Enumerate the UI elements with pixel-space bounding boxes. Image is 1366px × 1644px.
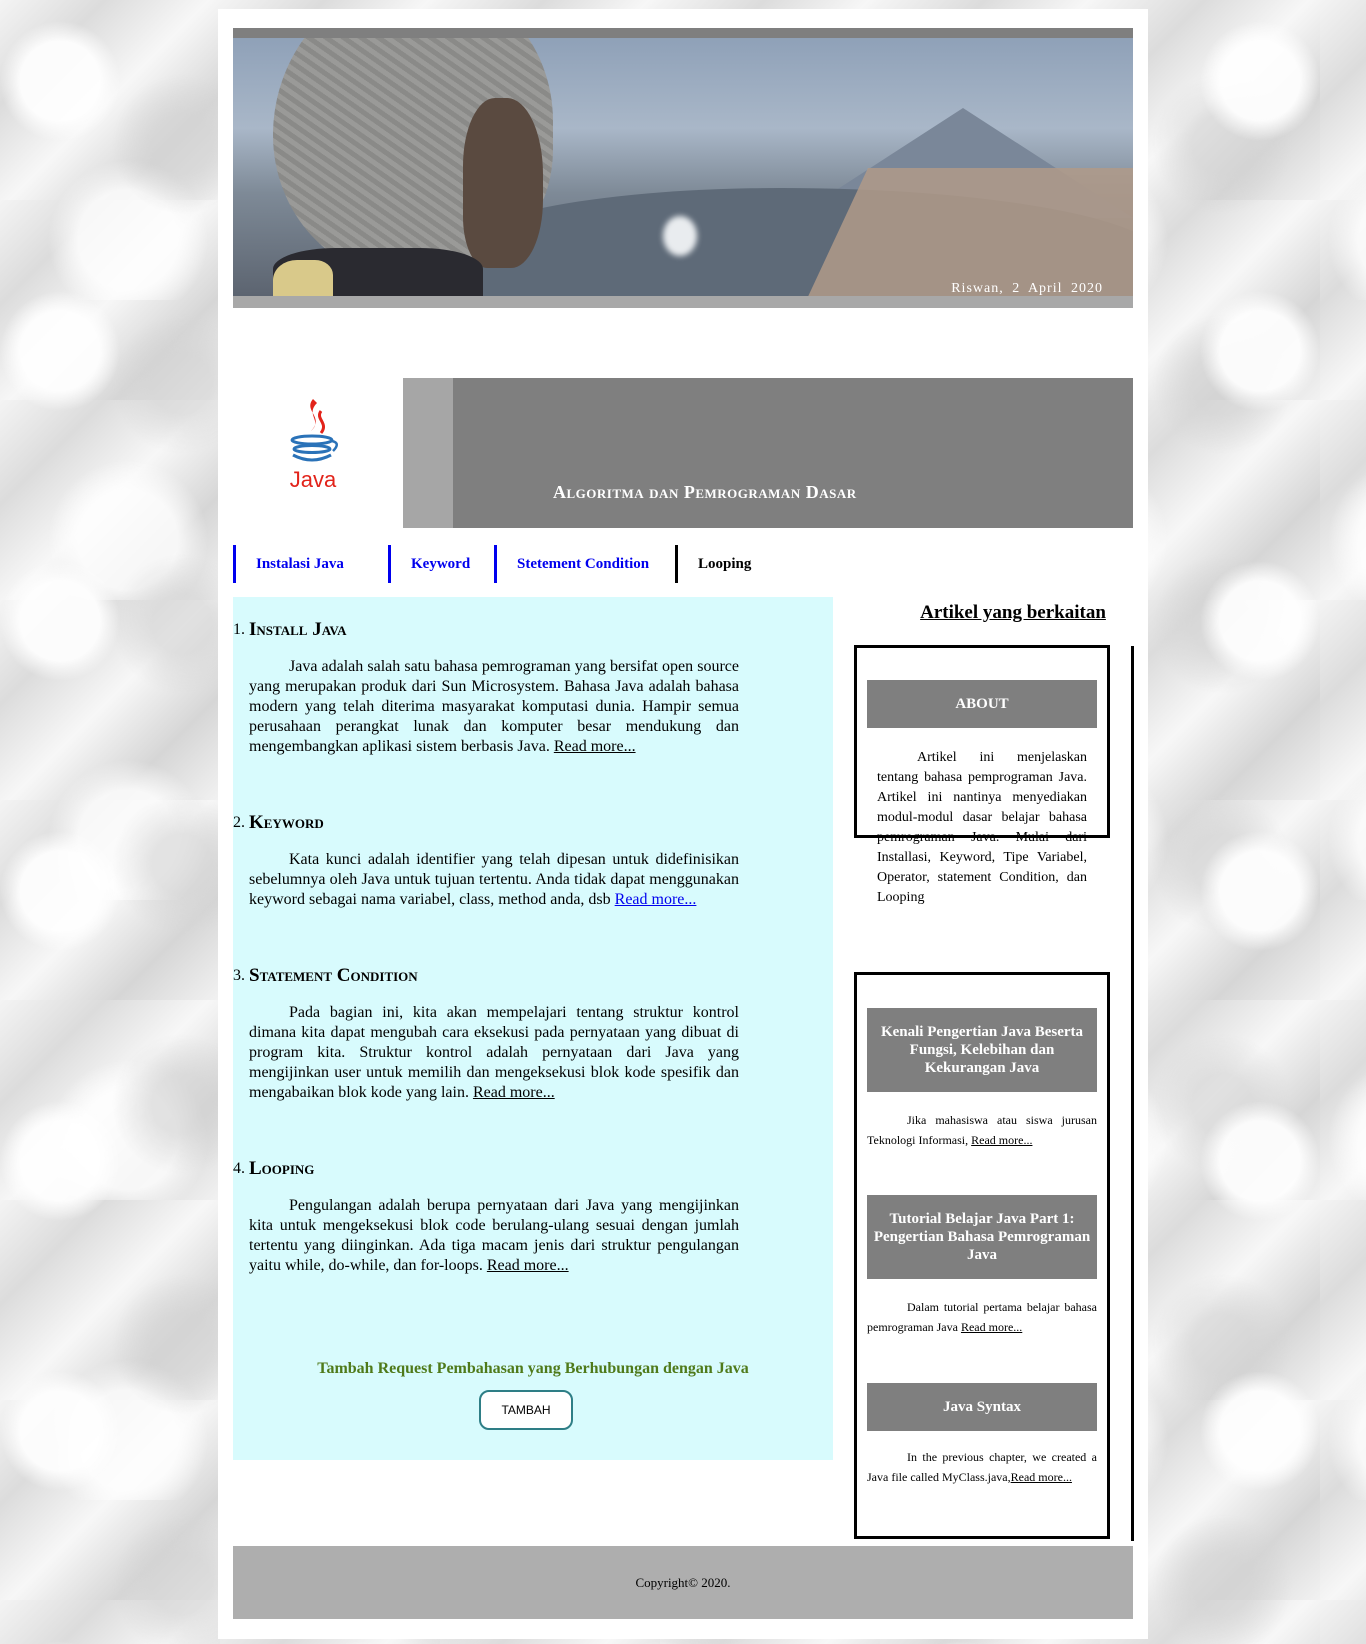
java-logo: Java <box>233 379 393 529</box>
article-body: Pengulangan adalah berupa pernyataan dar… <box>249 1196 739 1276</box>
article-heading: Install Java <box>249 619 347 640</box>
related-box: Kenali Pengertian Java Beserta Fungsi, K… <box>854 972 1110 1539</box>
copyright-text: Copyright© 2020. <box>635 1575 731 1590</box>
nav-bar: Instalasi Java Keyword Stetement Conditi… <box>233 545 818 585</box>
article-heading: Looping <box>249 1158 315 1179</box>
title-accent <box>403 378 453 528</box>
article-number: 3. <box>233 967 245 984</box>
java-logo-text: Java <box>290 467 337 492</box>
read-more-link[interactable]: Read more... <box>961 1320 1022 1334</box>
related-text: Jika mahasiswa atau siswa jurusan Teknol… <box>867 1110 1097 1150</box>
related-heading[interactable]: Java Syntax <box>867 1383 1097 1431</box>
banner: Riswan, 2 April 2020 <box>233 28 1133 308</box>
article-body: Pada bagian ini, kita akan mempelajari t… <box>249 1003 739 1103</box>
nav-item-looping[interactable]: Looping <box>675 545 818 583</box>
related-text: In the previous chapter, we created a Ja… <box>867 1447 1097 1487</box>
article-heading: Statement Condition <box>249 965 418 986</box>
about-box: ABOUT Artikel ini menjelaskan tentang ba… <box>854 645 1110 905</box>
article-text: Java adalah salah satu bahasa pemrograma… <box>249 658 739 755</box>
read-more-link[interactable]: Read more... <box>554 738 636 755</box>
nav-item-keyword[interactable]: Keyword <box>388 545 494 583</box>
main-content: 1. Install Java Java adalah salah satu b… <box>233 597 833 1460</box>
article-heading: Keyword <box>249 812 324 833</box>
banner-caption: Riswan, 2 April 2020 <box>951 281 1103 296</box>
banner-bottom-bar <box>233 296 1133 308</box>
sidebar-title: Artikel yang berkaitan <box>920 602 1106 623</box>
article-body: Kata kunci adalah identifier yang telah … <box>249 850 739 910</box>
read-more-link[interactable]: Read more... <box>615 891 697 908</box>
article-body: Java adalah salah satu bahasa pemrograma… <box>249 657 739 757</box>
related-heading[interactable]: Tutorial Belajar Java Part 1: Pengertian… <box>867 1195 1097 1279</box>
about-text: Artikel ini menjelaskan tentang bahasa p… <box>877 750 1087 905</box>
java-logo-icon: Java <box>290 399 338 492</box>
nav-item-statement-condition[interactable]: Stetement Condition <box>494 545 675 583</box>
read-more-link[interactable]: Read more... <box>1011 1470 1072 1484</box>
article-number: 1. <box>233 621 245 638</box>
footer: Copyright© 2020. <box>233 1546 1133 1619</box>
page-title: Algoritma dan Pemrograman Dasar <box>553 482 857 502</box>
about-heading: ABOUT <box>867 680 1097 728</box>
tambah-button[interactable]: TAMBAH <box>479 1390 573 1430</box>
article-number: 4. <box>233 1160 245 1177</box>
related-heading[interactable]: Kenali Pengertian Java Beserta Fungsi, K… <box>867 1008 1097 1092</box>
request-text: Tambah Request Pembahasan yang Berhubung… <box>317 1360 749 1377</box>
title-band: Algoritma dan Pemrograman Dasar <box>403 378 1133 528</box>
sidebar-divider <box>1131 646 1134 1541</box>
page-container: Riswan, 2 April 2020 Java Algoritma dan … <box>218 9 1148 1639</box>
related-text: Dalam tutorial pertama belajar bahasa pe… <box>867 1297 1097 1337</box>
nav-item-instalasi-java[interactable]: Instalasi Java <box>233 545 388 583</box>
article-number: 2. <box>233 814 245 831</box>
read-more-link[interactable]: Read more... <box>473 1084 555 1101</box>
read-more-link[interactable]: Read more... <box>971 1133 1032 1147</box>
banner-photo <box>233 38 1133 296</box>
read-more-link[interactable]: Read more... <box>487 1257 569 1274</box>
